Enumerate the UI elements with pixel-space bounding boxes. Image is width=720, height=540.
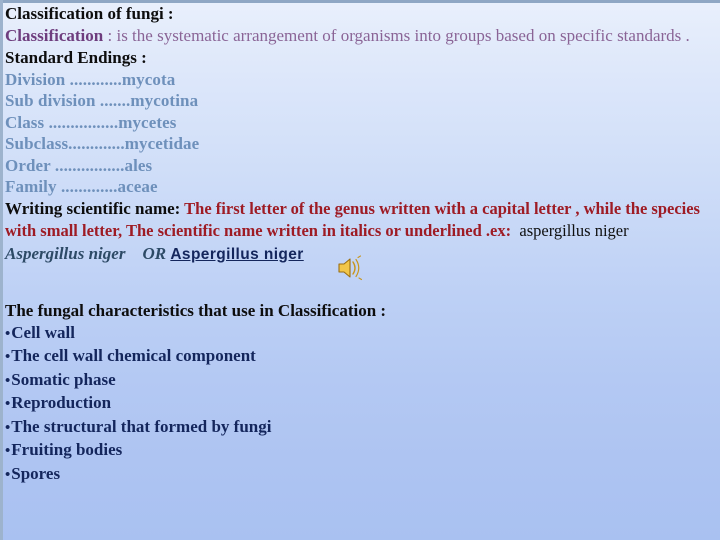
- rank-label: Class: [5, 112, 45, 132]
- rank-row-class: Class ................mycetes: [5, 112, 717, 134]
- list-item-label: Somatic phase: [11, 369, 116, 389]
- rank-row-subdivision: Sub division .......mycotina: [5, 90, 717, 112]
- slide-canvas: Classification of fungi : Classification…: [0, 0, 720, 540]
- list-item: •Spores: [5, 463, 717, 487]
- rank-dots: .............: [68, 134, 125, 153]
- rank-row-subclass: Subclass.............mycetidae: [5, 133, 717, 155]
- list-item: •Cell wall: [5, 322, 717, 346]
- rank-dots: .......: [95, 91, 131, 110]
- example-connector: OR: [142, 243, 167, 263]
- page-title: Classification of fungi :: [5, 4, 174, 23]
- writing-rule-paragraph: Writing scientific name: The first lette…: [5, 198, 717, 243]
- list-item-label: Cell wall: [11, 322, 76, 342]
- definition-body: is the systematic arrangement of organis…: [116, 25, 690, 45]
- list-item: •The structural that formed by fungi: [5, 416, 717, 440]
- rank-dots: ................: [44, 112, 119, 132]
- list-item: •Reproduction: [5, 392, 717, 416]
- sound-speaker-glyph: [338, 255, 363, 281]
- slide-content: Classification of fungi : Classification…: [5, 3, 717, 486]
- rank-ending: mycotina: [130, 91, 199, 110]
- rank-ending: mycetidae: [124, 134, 200, 153]
- writing-rule-label: Writing scientific name:: [5, 198, 181, 218]
- rank-label: Family: [5, 177, 57, 196]
- rank-row-order: Order ................ales: [5, 155, 717, 177]
- sound-speaker-icon[interactable]: [336, 255, 366, 281]
- characteristics-heading: The fungal characteristics that use in C…: [5, 301, 387, 320]
- rank-label: Division: [5, 69, 66, 89]
- rank-label: Sub division: [5, 91, 96, 110]
- rank-row-family: Family .............aceae: [5, 176, 717, 198]
- list-item: •Fruiting bodies: [5, 439, 717, 463]
- definition-term: Classification: [5, 25, 104, 45]
- list-item-label: Spores: [11, 463, 61, 483]
- example-italic-name: Aspergillus niger: [5, 243, 126, 263]
- definition-separator: :: [103, 25, 117, 45]
- list-item: •Somatic phase: [5, 369, 717, 393]
- list-item-label: The structural that formed by fungi: [11, 416, 272, 436]
- rank-ending: mycota: [121, 69, 176, 89]
- standard-endings-heading: Standard Endings :: [5, 48, 147, 67]
- rank-ending: ales: [124, 155, 153, 175]
- writing-rule-example-plain: aspergillus niger: [519, 221, 629, 240]
- list-item-label: Reproduction: [11, 393, 112, 412]
- slide-left-border: [0, 0, 3, 540]
- rank-row-division: Division ............mycota: [5, 69, 717, 91]
- rank-label: Order: [5, 155, 51, 175]
- list-item: •The cell wall chemical component: [5, 345, 717, 369]
- rank-ending: aceae: [117, 177, 158, 196]
- list-item-label: Fruiting bodies: [11, 440, 123, 459]
- definition-paragraph: Classification : is the systematic arran…: [5, 25, 717, 48]
- rank-dots: .............: [56, 177, 118, 196]
- rank-dots: ............: [65, 69, 122, 89]
- example-underlined-name: Aspergillus niger: [170, 245, 304, 263]
- list-item-label: The cell wall chemical component: [11, 346, 256, 365]
- writing-rule-text-part2: or underlined .ex:: [381, 221, 512, 240]
- rank-label: Subclass: [5, 134, 69, 153]
- writing-rule-italics-word: italics: [340, 221, 382, 240]
- rank-dots: ................: [50, 155, 125, 175]
- rank-ending: mycetes: [118, 112, 177, 132]
